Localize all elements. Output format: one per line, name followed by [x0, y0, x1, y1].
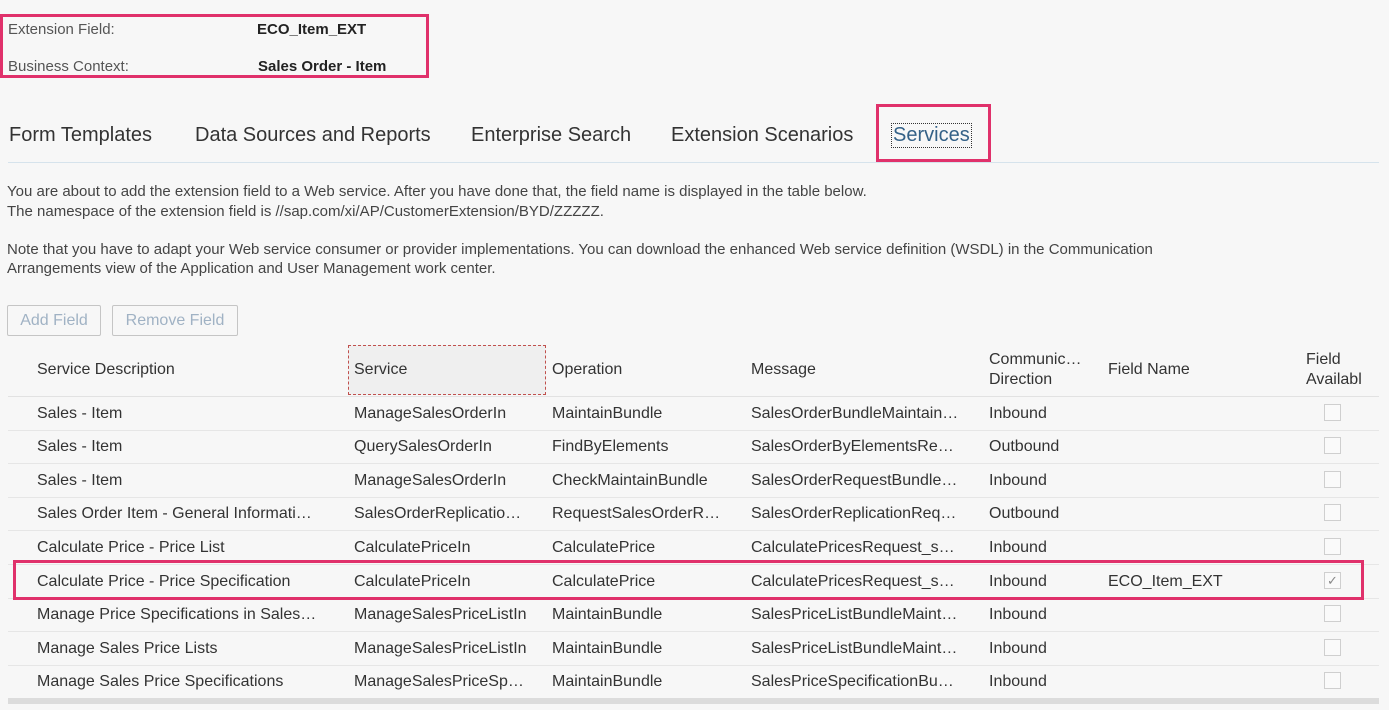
- table-row[interactable]: Manage Price Specifications in Sales… Man…: [8, 598, 1379, 632]
- cell-direction: Outbound: [989, 438, 1060, 455]
- cell-service: SalesOrderReplicatio…: [354, 505, 522, 522]
- column-header-field-available[interactable]: Field Availabl: [1306, 344, 1368, 396]
- available-header-line-2: Availabl: [1306, 371, 1362, 388]
- cell-direction: Inbound: [989, 606, 1047, 623]
- cell-field-name: [1108, 397, 1288, 430]
- cell-message: SalesPriceListBundleMaint…: [751, 606, 958, 623]
- business-context-value: Sales Order - Item: [258, 58, 387, 75]
- table-row[interactable]: Sales Order Item - General Informati… Sal…: [8, 497, 1379, 531]
- selected-row-highlight-box: [13, 560, 1364, 600]
- cell-operation: MaintainBundle: [552, 673, 663, 690]
- field-available-checkbox[interactable]: [1324, 672, 1341, 689]
- table-header-row: Service Description Service Operation Me…: [8, 344, 1379, 397]
- cell-service: ManageSalesPriceSp…: [354, 673, 524, 690]
- cell-operation: RequestSalesOrderR…: [552, 505, 721, 522]
- info-text-line-3: Note that you have to adapt your Web ser…: [7, 241, 1153, 258]
- cell-field-name: [1108, 632, 1288, 665]
- cell-operation: CheckMaintainBundle: [552, 472, 708, 489]
- field-available-checkbox[interactable]: [1324, 471, 1341, 488]
- table-row[interactable]: Manage Sales Price Specifications ManageS…: [8, 665, 1379, 699]
- tab-divider: [8, 162, 1379, 163]
- business-context-label: Business Context:: [8, 58, 129, 75]
- cell-service: ManageSalesOrderIn: [354, 472, 507, 489]
- direction-header-line-2: Direction: [989, 371, 1053, 388]
- table-row[interactable]: Sales - Item ManageSalesOrderIn MaintainBu…: [8, 397, 1379, 431]
- table-row[interactable]: Sales - Item ManageSalesOrderIn CheckMaint…: [8, 464, 1379, 498]
- cell-direction: Inbound: [989, 472, 1047, 489]
- cell-service-description: Sales - Item: [37, 438, 123, 455]
- info-text-line-4: Arrangements view of the Application and…: [7, 260, 496, 277]
- cell-direction: Outbound: [989, 505, 1060, 522]
- extension-field-value: ECO_Item_EXT: [257, 21, 367, 38]
- field-available-checkbox[interactable]: [1324, 538, 1341, 555]
- remove-field-button[interactable]: Remove Field: [112, 305, 238, 336]
- column-header-field-name[interactable]: Field Name: [1108, 344, 1288, 396]
- tab-data-sources-and-reports[interactable]: Data Sources and Reports: [195, 124, 431, 147]
- column-header-communication-direction[interactable]: Communic… Direction: [989, 344, 1099, 396]
- horizontal-scrollbar[interactable]: [8, 698, 1379, 704]
- field-available-checkbox[interactable]: [1324, 404, 1341, 421]
- cell-message: SalesOrderBundleMaintain…: [751, 405, 959, 422]
- field-available-checkbox[interactable]: [1324, 605, 1341, 622]
- cell-operation: FindByElements: [552, 438, 669, 455]
- cell-message: SalesPriceSpecificationBu…: [751, 673, 954, 690]
- tab-form-templates[interactable]: Form Templates: [9, 124, 152, 147]
- cell-field-name: [1108, 464, 1288, 497]
- column-header-service-description[interactable]: Service Description: [37, 344, 337, 396]
- available-header-line-1: Field: [1306, 351, 1341, 368]
- cell-field-name: [1108, 665, 1288, 698]
- cell-operation: MaintainBundle: [552, 606, 663, 623]
- cell-service-description: Manage Sales Price Lists: [37, 640, 218, 657]
- field-available-checkbox[interactable]: [1324, 504, 1341, 521]
- cell-service-description: Sales - Item: [37, 472, 123, 489]
- cell-direction: Inbound: [989, 640, 1047, 657]
- cell-field-name: [1108, 497, 1288, 530]
- field-available-checkbox[interactable]: [1324, 437, 1341, 454]
- cell-service: ManageSalesPriceListIn: [354, 606, 527, 623]
- info-text-line-2: The namespace of the extension field is …: [7, 203, 604, 220]
- cell-message: SalesOrderByElementsRe…: [751, 438, 954, 455]
- cell-service-description: Manage Price Specifications in Sales…: [37, 606, 317, 623]
- column-header-operation[interactable]: Operation: [552, 344, 742, 396]
- tab-extension-scenarios[interactable]: Extension Scenarios: [671, 124, 853, 147]
- column-header-message[interactable]: Message: [751, 344, 981, 396]
- cell-message: SalesPriceListBundleMaint…: [751, 640, 958, 657]
- field-available-checkbox[interactable]: [1324, 639, 1341, 656]
- cell-direction: Inbound: [989, 673, 1047, 690]
- cell-message: SalesOrderRequestBundle…: [751, 472, 958, 489]
- table-row[interactable]: Manage Sales Price Lists ManageSalesPrice…: [8, 632, 1379, 666]
- column-header-service[interactable]: Service: [354, 344, 544, 396]
- cell-service: ManageSalesOrderIn: [354, 405, 507, 422]
- cell-direction: Inbound: [989, 405, 1047, 422]
- direction-header-line-1: Communic…: [989, 351, 1082, 368]
- cell-field-name: [1108, 598, 1288, 631]
- cell-operation: MaintainBundle: [552, 405, 663, 422]
- extension-field-label: Extension Field:: [8, 21, 115, 38]
- info-text-line-1: You are about to add the extension field…: [7, 183, 867, 200]
- cell-service-description: Sales - Item: [37, 405, 123, 422]
- add-field-button[interactable]: Add Field: [7, 305, 101, 336]
- cell-field-name: [1108, 430, 1288, 463]
- cell-service: ManageSalesPriceListIn: [354, 640, 527, 657]
- cell-service: QuerySalesOrderIn: [354, 438, 492, 455]
- cell-service-description: Sales Order Item - General Informati…: [37, 505, 312, 522]
- cell-service-description: Manage Sales Price Specifications: [37, 673, 284, 690]
- cell-message: SalesOrderReplicationReq…: [751, 505, 957, 522]
- table-row[interactable]: Sales - Item QuerySalesOrderIn FindByEleme…: [8, 430, 1379, 464]
- tab-services[interactable]: Services: [891, 123, 972, 148]
- tab-enterprise-search[interactable]: Enterprise Search: [471, 124, 631, 147]
- cell-operation: MaintainBundle: [552, 640, 663, 657]
